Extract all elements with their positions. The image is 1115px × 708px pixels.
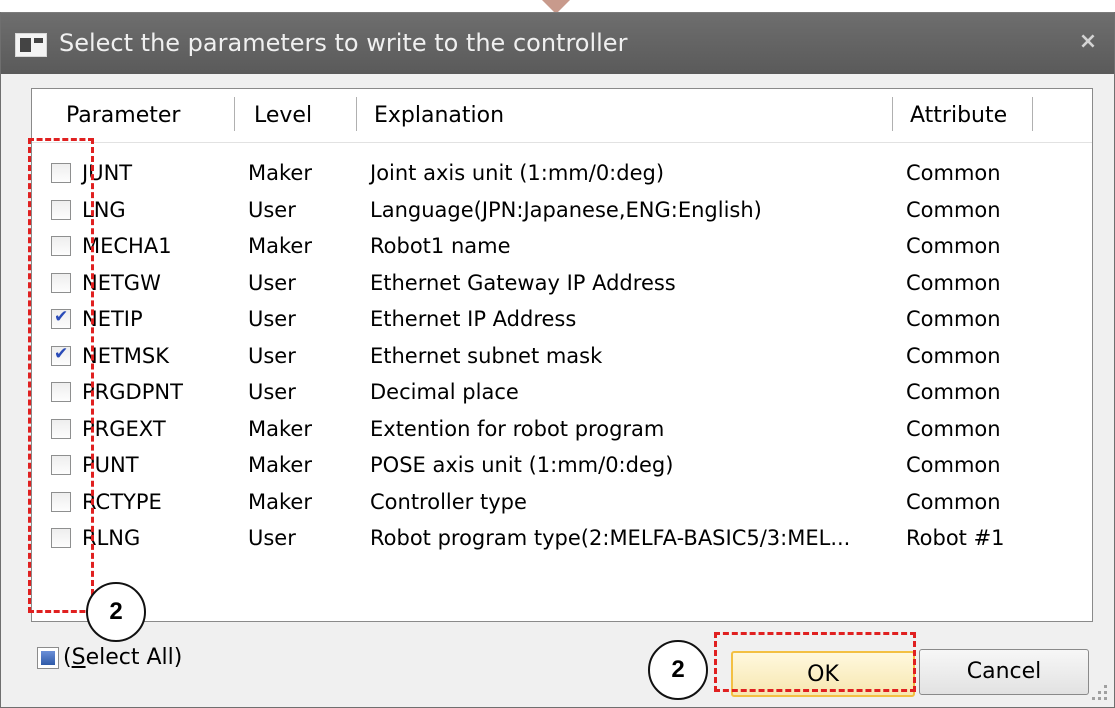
explanation-cell: Controller type: [370, 489, 527, 514]
table-row[interactable]: PUNT Maker POSE axis unit (1:mm/0:deg) Comm…: [32, 447, 1092, 483]
column-divider[interactable]: [1032, 97, 1033, 131]
title-bar[interactable]: Select the parameters to write to the co…: [1, 12, 1114, 74]
explanation-cell: Robot1 name: [370, 234, 511, 258]
column-divider[interactable]: [234, 97, 235, 131]
explanation-cell: Robot program type(2:MELFA-BASIC5/3:MEL.…: [370, 526, 851, 550]
select-all-label: (Select All): [63, 645, 183, 670]
parameter-cell: MECHA1: [82, 234, 172, 258]
level-cell: Maker: [248, 453, 312, 477]
resize-grip-icon[interactable]: [1092, 685, 1108, 701]
callout-badge: 2: [648, 640, 708, 700]
ok-button-highlight: [714, 632, 916, 692]
level-cell: User: [248, 526, 296, 550]
checkbox-column-highlight: [28, 138, 94, 613]
explanation-cell: Language(JPN:Japanese,ENG:English): [370, 197, 762, 222]
table-row[interactable]: NETIPUserEthernet IP AddressCommon: [32, 301, 1092, 337]
table-row[interactable]: RLNG User Robot program type(2:MELFA-BASIC…: [32, 520, 1092, 556]
level-cell: Maker: [248, 416, 312, 441]
column-header-explanation[interactable]: Explanation: [364, 89, 504, 143]
dialog-window: Select the parameters to write to the co…: [0, 12, 1115, 708]
level-cell: Maker: [248, 489, 312, 514]
level-cell: User: [248, 307, 296, 331]
level-cell: Maker: [248, 234, 312, 258]
column-header-level[interactable]: Level: [244, 89, 312, 143]
attribute-cell: Common: [906, 270, 1001, 295]
select-all-box[interactable]: [37, 647, 59, 669]
attribute-cell: Robot #1: [906, 526, 1005, 550]
column-header-row: Parameter Level Explanation Attribute: [32, 89, 1092, 143]
table-row[interactable]: NETGW User Ethernet Gateway IP Address Comm…: [32, 265, 1092, 301]
parameter-list[interactable]: Parameter Level Explanation Attribute JU…: [31, 88, 1093, 622]
explanation-cell: POSE axis unit (1:mm/0:deg): [370, 453, 674, 477]
attribute-cell: Common: [906, 489, 1001, 514]
table-row[interactable]: MECHA1 Maker Robot1 name Common: [32, 228, 1092, 264]
table-row[interactable]: RCTYPE Maker Controller type Common: [32, 484, 1092, 520]
level-cell: User: [248, 380, 296, 404]
level-cell: User: [248, 343, 296, 368]
column-header-parameter[interactable]: Parameter: [56, 89, 180, 143]
table-row[interactable]: NETMSK User Ethernet subnet mask Common: [32, 338, 1092, 374]
parameter-cell: PRGDPNT: [82, 380, 183, 404]
window-title: Select the parameters to write to the co…: [59, 29, 628, 57]
level-cell: User: [248, 197, 296, 222]
close-icon[interactable]: ×: [1074, 28, 1102, 56]
column-divider[interactable]: [892, 97, 893, 131]
attribute-cell: Common: [906, 234, 1001, 258]
explanation-cell: Ethernet subnet mask: [370, 343, 603, 368]
explanation-cell: Extention for robot program: [370, 416, 665, 441]
table-row[interactable]: JUNT Maker Joint axis unit (1:mm/0:deg) Com…: [32, 155, 1092, 191]
column-header-attribute[interactable]: Attribute: [900, 89, 1007, 143]
window-app-icon: [15, 33, 47, 57]
level-cell: Maker: [248, 161, 312, 185]
explanation-cell: Joint axis unit (1:mm/0:deg): [370, 161, 665, 185]
attribute-cell: Common: [906, 453, 1001, 477]
explanation-cell: Decimal place: [370, 380, 519, 404]
explanation-cell: Ethernet IP Address: [370, 307, 577, 331]
parameter-cell: NETMSK: [82, 343, 170, 368]
callout-badge: 2: [86, 582, 146, 642]
table-row[interactable]: LNG User Language(JPN:Japanese,ENG:English…: [32, 192, 1092, 228]
attribute-cell: Common: [906, 380, 1001, 404]
table-row[interactable]: PRGEXT Maker Extention for robot program Co…: [32, 411, 1092, 447]
attribute-cell: Common: [906, 416, 1001, 441]
attribute-cell: Common: [906, 343, 1001, 368]
level-cell: User: [248, 270, 296, 295]
explanation-cell: Ethernet Gateway IP Address: [370, 270, 676, 295]
attribute-cell: Common: [906, 307, 1001, 331]
attribute-cell: Common: [906, 161, 1001, 185]
column-divider[interactable]: [356, 97, 357, 131]
cancel-button[interactable]: Cancel: [919, 649, 1089, 695]
parameter-cell: PRGEXT: [82, 416, 166, 441]
table-row[interactable]: PRGDPNT User Decimal place Common: [32, 374, 1092, 410]
attribute-cell: Common: [906, 197, 1001, 222]
